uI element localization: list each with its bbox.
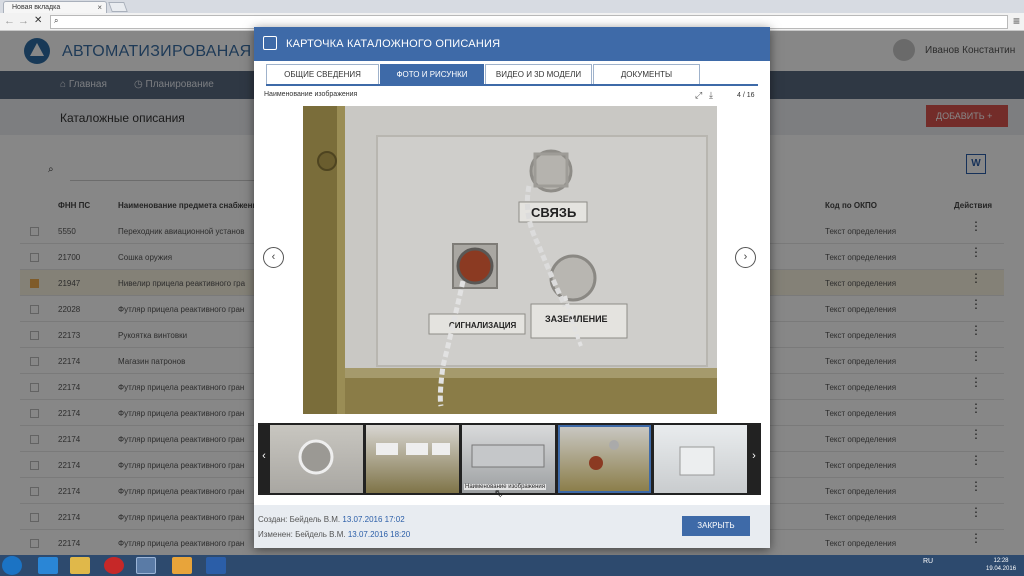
thumb-image bbox=[376, 443, 450, 455]
clock-time: 12:28 bbox=[993, 558, 1009, 564]
thumbnail-3[interactable]: Наименование изображения bbox=[462, 425, 555, 493]
close-button[interactable]: ЗАКРЫТЬ bbox=[682, 516, 750, 536]
modal-tabs: ОБЩИЕ СВЕДЕНИЯ ФОТО И РИСУНКИ ВИДЕО И 3D… bbox=[266, 64, 758, 86]
opera-icon[interactable] bbox=[104, 557, 124, 574]
tab-general[interactable]: ОБЩИЕ СВЕДЕНИЯ bbox=[266, 64, 379, 84]
prev-image-button[interactable]: ‹ bbox=[263, 247, 284, 268]
forward-arrow-icon[interactable]: → bbox=[18, 15, 29, 27]
thumb-image bbox=[589, 440, 619, 470]
windows-start-icon[interactable] bbox=[2, 556, 22, 575]
tab-documents[interactable]: ДОКУМЕНТЫ bbox=[593, 64, 700, 84]
clock-date: 19.04.2016 bbox=[986, 566, 1017, 572]
plate-text-1: СВЯЗЬ bbox=[531, 205, 576, 220]
fullscreen-icon[interactable]: ⤢ bbox=[695, 90, 702, 101]
media-player-icon[interactable] bbox=[172, 557, 192, 574]
connector-panel-image: СВЯЗЬ СИГНАЛИЗАЦИЯ ЗАЗЕМЛЕНИЕ bbox=[303, 106, 717, 414]
tab-video-3d[interactable]: ВИДЕО И 3D МОДЕЛИ bbox=[485, 64, 592, 84]
download-icon[interactable]: ⤓ bbox=[709, 90, 713, 101]
language-indicator[interactable]: RU bbox=[923, 558, 933, 565]
modified-label: Изменен: Бейдель В.М. bbox=[258, 530, 346, 539]
thumb-tooltip: Наименование изображения bbox=[464, 484, 547, 490]
thumbnail-2[interactable] bbox=[366, 425, 459, 493]
new-tab-button[interactable] bbox=[108, 2, 128, 12]
created-label: Создан: Бейдель В.М. bbox=[258, 515, 341, 524]
system-clock[interactable]: 12:28 19.04.2016 bbox=[986, 557, 1016, 573]
word-icon[interactable] bbox=[206, 557, 226, 574]
main-photo: СВЯЗЬ СИГНАЛИЗАЦИЯ ЗАЗЕМЛЕНИЕ bbox=[303, 106, 717, 414]
image-counter: 4 / 16 bbox=[737, 92, 755, 99]
modal-header: КАРТОЧКА КАТАЛОЖНОГО ОПИСАНИЯ bbox=[254, 27, 770, 61]
thumbnail-4[interactable] bbox=[558, 425, 651, 493]
modal-footer: Создан: Бейдель В.М. 13.07.2016 17:02 Из… bbox=[254, 505, 770, 548]
catalog-card-modal: КАРТОЧКА КАТАЛОЖНОГО ОПИСАНИЯ ОБЩИЕ СВЕД… bbox=[254, 27, 770, 548]
mouse-cursor-icon: ⇖ bbox=[494, 488, 504, 500]
edit-card-icon bbox=[263, 36, 277, 50]
reload-stop-icon[interactable]: ✕ bbox=[34, 15, 42, 26]
thumbnail-1[interactable] bbox=[270, 425, 363, 493]
browser-tab-bar: Новая вкладка × bbox=[0, 0, 1024, 13]
plate-text-2: СИГНАЛИЗАЦИЯ bbox=[449, 321, 516, 330]
close-tab-icon[interactable]: × bbox=[97, 2, 102, 13]
tab-photos[interactable]: ФОТО И РИСУНКИ bbox=[380, 64, 484, 84]
back-arrow-icon[interactable]: ← bbox=[4, 15, 15, 27]
browser-menu-icon[interactable]: ≡ bbox=[1013, 14, 1020, 28]
plate-text-3: ЗАЗЕМЛЕНИЕ bbox=[545, 314, 608, 324]
thumb-next-icon[interactable]: › bbox=[748, 447, 760, 465]
browser-tab-title: Новая вкладка bbox=[12, 4, 61, 11]
thumb-image bbox=[471, 444, 545, 468]
explorer-icon[interactable] bbox=[70, 557, 90, 574]
ie-icon[interactable] bbox=[38, 557, 58, 574]
browser-tab[interactable]: Новая вкладка × bbox=[3, 1, 107, 13]
thumbnail-5[interactable] bbox=[654, 425, 747, 493]
thumbnail-strip: ‹ Наименование изображения › bbox=[258, 423, 761, 495]
modal-title: КАРТОЧКА КАТАЛОЖНОГО ОПИСАНИЯ bbox=[286, 38, 501, 50]
chrome-icon[interactable] bbox=[136, 557, 156, 574]
created-info: Создан: Бейдель В.М. 13.07.2016 17:02 bbox=[258, 515, 405, 524]
created-date: 13.07.2016 17:02 bbox=[342, 515, 405, 524]
next-image-button[interactable]: › bbox=[735, 247, 756, 268]
thumb-prev-icon[interactable]: ‹ bbox=[258, 447, 270, 465]
image-name: Наименование изображения bbox=[264, 91, 358, 98]
thumb-image bbox=[298, 439, 334, 475]
taskbar: RU 12:28 19.04.2016 bbox=[0, 555, 1024, 576]
search-icon: ⌕ bbox=[54, 16, 59, 25]
thumb-image bbox=[679, 446, 715, 476]
modified-date: 13.07.2016 18:20 bbox=[347, 530, 411, 539]
modified-info: Изменен: Бейдель В.М. 13.07.2016 18:20 bbox=[258, 530, 410, 539]
